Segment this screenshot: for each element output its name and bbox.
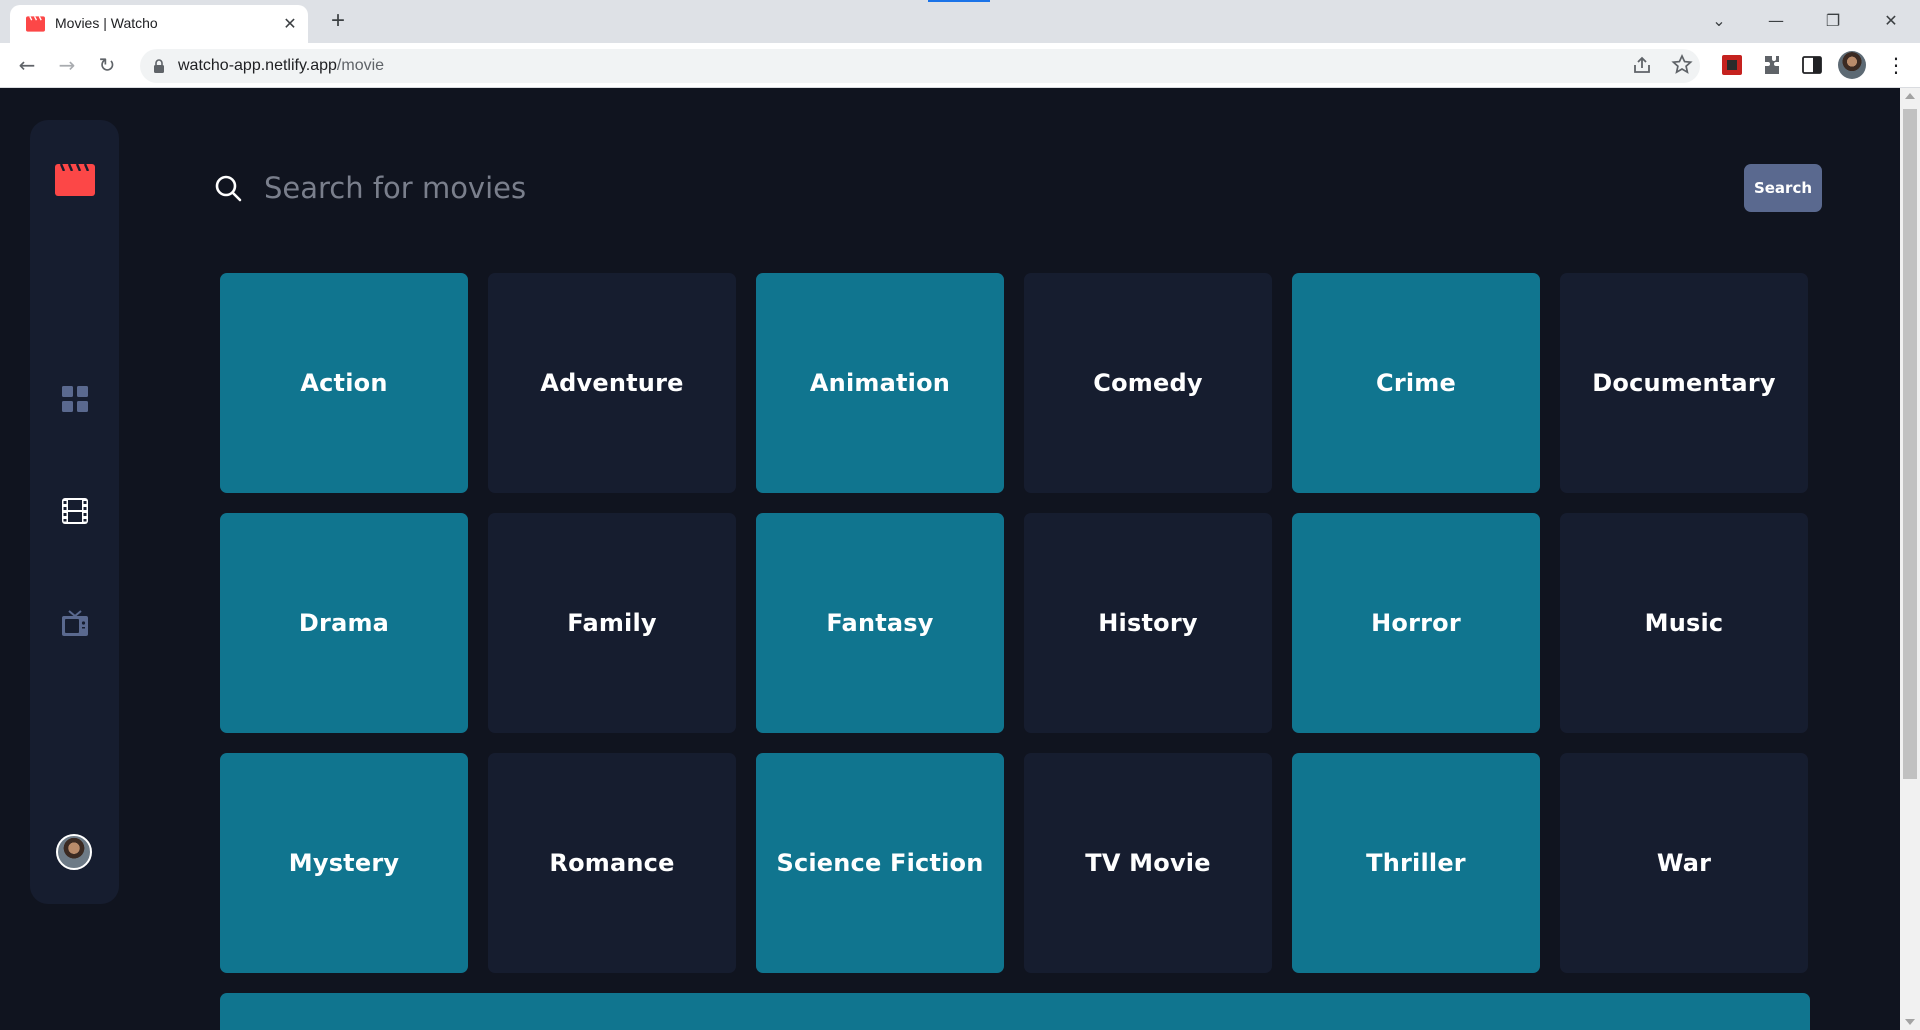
- clapperboard-logo-icon[interactable]: [55, 164, 95, 196]
- genre-label: History: [1098, 609, 1198, 637]
- browser-tab-active[interactable]: Movies | Watcho ✕: [10, 5, 308, 43]
- window-close-button[interactable]: ✕: [1876, 6, 1906, 36]
- scroll-up-arrow-icon[interactable]: [1905, 93, 1915, 99]
- genre-card[interactable]: Romance: [488, 753, 736, 973]
- genre-card[interactable]: War: [1560, 753, 1808, 973]
- genre-label: Crime: [1376, 369, 1456, 397]
- genre-card[interactable]: Science Fiction: [756, 753, 1004, 973]
- extension-red-icon[interactable]: [1720, 53, 1744, 77]
- genre-label: Comedy: [1093, 369, 1203, 397]
- app-viewport: Search Action Adventure Animation Comedy Cri…: [0, 88, 1900, 1030]
- nav-home-grid-icon[interactable]: [62, 386, 88, 412]
- sidebar: [30, 120, 119, 904]
- minimize-button[interactable]: —: [1761, 6, 1791, 36]
- nav-movies-film-icon[interactable]: [62, 498, 88, 524]
- genre-card[interactable]: Drama: [220, 513, 468, 733]
- side-panel-icon[interactable]: [1800, 53, 1824, 77]
- genre-card[interactable]: Thriller: [1292, 753, 1540, 973]
- genre-card[interactable]: History: [1024, 513, 1272, 733]
- search-bar: Search: [212, 158, 1822, 218]
- url-text[interactable]: watcho-app.netlify.app/movie: [178, 57, 384, 75]
- genre-label: TV Movie: [1085, 849, 1211, 877]
- genre-card[interactable]: TV Movie: [1024, 753, 1272, 973]
- genre-label: Horror: [1371, 609, 1461, 637]
- genre-label: Science Fiction: [776, 849, 984, 877]
- genre-card-partial[interactable]: [220, 993, 1810, 1030]
- share-icon[interactable]: [1630, 53, 1654, 77]
- genre-label: Family: [567, 609, 657, 637]
- url-host: watcho-app.netlify.app: [178, 57, 337, 74]
- clapperboard-favicon-icon: [26, 16, 45, 32]
- browser-toolbar: ← → ↻ watcho-app.netlify.app/movie ⋮: [0, 43, 1920, 88]
- lock-icon: [154, 59, 164, 73]
- genre-card[interactable]: Action: [220, 273, 468, 493]
- genre-label: Action: [300, 369, 388, 397]
- scroll-down-arrow-icon[interactable]: [1905, 1019, 1915, 1025]
- back-button[interactable]: ←: [12, 50, 42, 80]
- forward-button[interactable]: →: [52, 50, 82, 80]
- address-bar[interactable]: watcho-app.netlify.app/movie: [140, 49, 1700, 83]
- search-icon: [215, 175, 242, 202]
- new-tab-button[interactable]: +: [325, 9, 351, 35]
- genre-label: Drama: [298, 609, 390, 637]
- browser-tabstrip: Movies | Watcho ✕ + ⌄ — ❐ ✕: [0, 0, 1920, 43]
- tab-title: Movies | Watcho: [55, 15, 158, 31]
- genre-label: Adventure: [540, 369, 684, 397]
- scroll-thumb[interactable]: [1903, 109, 1917, 779]
- url-path: /movie: [336, 57, 385, 74]
- tab-close-icon[interactable]: ✕: [280, 14, 300, 34]
- user-avatar[interactable]: [56, 834, 92, 870]
- genre-label: Animation: [809, 369, 951, 397]
- genre-card[interactable]: Horror: [1292, 513, 1540, 733]
- genre-label: War: [1656, 849, 1712, 877]
- search-input[interactable]: [264, 166, 1364, 210]
- reload-button[interactable]: ↻: [92, 50, 122, 80]
- genre-label: Romance: [549, 849, 675, 877]
- genre-label: Mystery: [288, 849, 400, 877]
- genre-card[interactable]: Fantasy: [756, 513, 1004, 733]
- genre-card[interactable]: Animation: [756, 273, 1004, 493]
- tabstrip-accent: [928, 0, 990, 2]
- extensions-puzzle-icon[interactable]: [1760, 53, 1784, 77]
- genre-card[interactable]: Crime: [1292, 273, 1540, 493]
- browser-menu-icon[interactable]: ⋮: [1881, 50, 1911, 80]
- profile-avatar[interactable]: [1838, 51, 1866, 79]
- genre-card[interactable]: Documentary: [1560, 273, 1808, 493]
- genre-card[interactable]: Mystery: [220, 753, 468, 973]
- bookmark-star-icon[interactable]: [1670, 53, 1694, 77]
- search-button[interactable]: Search: [1744, 164, 1822, 212]
- genre-label: Thriller: [1366, 849, 1466, 877]
- genre-card[interactable]: Music: [1560, 513, 1808, 733]
- tab-search-icon[interactable]: ⌄: [1704, 6, 1734, 36]
- genre-label: Documentary: [1592, 369, 1776, 397]
- nav-tv-series-icon[interactable]: [62, 610, 88, 636]
- genre-label: Music: [1644, 609, 1724, 637]
- genre-grid: Action Adventure Animation Comedy Crime Docum…: [220, 273, 1810, 973]
- genre-card[interactable]: Adventure: [488, 273, 736, 493]
- genre-card[interactable]: Family: [488, 513, 736, 733]
- maximize-button[interactable]: ❐: [1818, 6, 1848, 36]
- genre-card[interactable]: Comedy: [1024, 273, 1272, 493]
- page-scrollbar[interactable]: [1900, 88, 1920, 1030]
- genre-label: Fantasy: [826, 609, 934, 637]
